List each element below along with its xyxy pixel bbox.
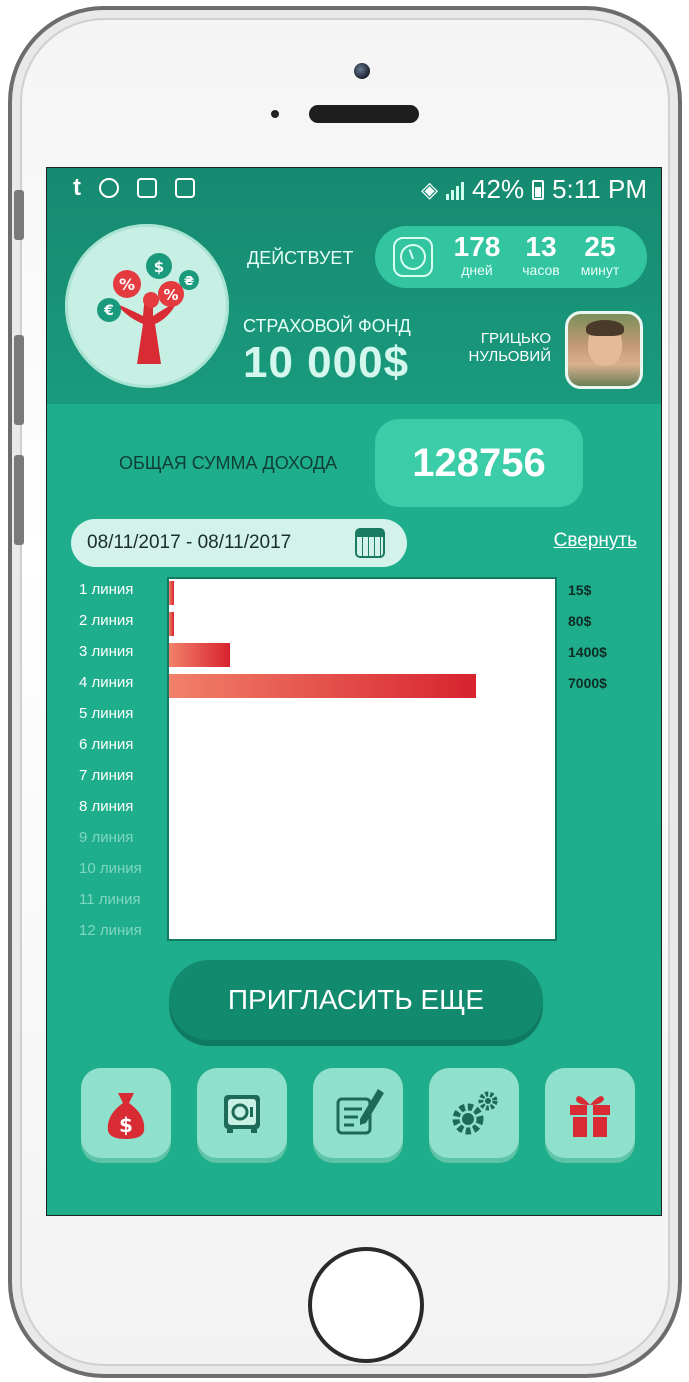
- money-tree-logo: % $ % € ₴: [65, 224, 229, 388]
- svg-text:€: €: [103, 303, 114, 319]
- earpiece-speaker: [309, 105, 419, 123]
- bar-value-label: 15$: [568, 582, 592, 598]
- clock-icon: [393, 237, 433, 277]
- user-name[interactable]: ГРИЦЬКО НУЛЬОВИЙ: [469, 330, 551, 366]
- nav-safe-button[interactable]: [197, 1068, 287, 1158]
- wifi-icon: ◈: [421, 176, 439, 202]
- contract-icon: [336, 1089, 384, 1135]
- timer-days: 178 дней: [453, 231, 501, 279]
- timer-hours: 13 часов: [522, 231, 560, 279]
- nav-contract-button[interactable]: [313, 1068, 403, 1158]
- invite-more-button[interactable]: ПРИГЛАСИТЬ ЕЩЕ: [169, 960, 543, 1040]
- lines-bar-chart: [167, 577, 557, 941]
- calendar-icon[interactable]: [355, 528, 385, 558]
- front-camera: [354, 63, 370, 79]
- battery-percent: 42%: [472, 174, 525, 204]
- image-icon: [137, 178, 157, 198]
- date-range-picker[interactable]: 08/11/2017 - 08/11/2017: [71, 519, 407, 567]
- line-label: 7 линия: [79, 767, 134, 784]
- user-first-name: ГРИЦЬКО: [480, 330, 551, 347]
- bar-value-label: 7000$: [568, 675, 607, 691]
- insurance-fund-value: 10 000$: [243, 338, 410, 387]
- line-label: 3 линия: [79, 643, 134, 660]
- battery-icon: [532, 179, 545, 200]
- volume-up-button: [14, 335, 24, 425]
- bar-value-label: 80$: [568, 613, 592, 629]
- line-label: 10 линия: [79, 860, 142, 877]
- clock-time: 5:11 PM: [552, 174, 647, 204]
- tumblr-icon: t: [73, 174, 81, 201]
- line-label: 5 линия: [79, 705, 134, 722]
- active-label: ДЕЙСТВУЕТ: [247, 248, 354, 268]
- mute-switch: [14, 190, 24, 240]
- safe-icon: [224, 1095, 260, 1133]
- svg-text:$: $: [154, 258, 164, 276]
- collapse-link[interactable]: Свернуть: [554, 530, 637, 552]
- line-label: 6 линия: [79, 736, 134, 753]
- avatar[interactable]: [565, 311, 643, 389]
- volume-down-button: [14, 455, 24, 545]
- gears-icon: [452, 1091, 498, 1135]
- line-label: 9 линия: [79, 829, 134, 846]
- money-bag-icon: $: [107, 1093, 145, 1139]
- date-range-text: 08/11/2017 - 08/11/2017: [87, 532, 292, 553]
- timer-minutes: 25 минут: [580, 231, 620, 279]
- nav-money-button[interactable]: $: [81, 1068, 171, 1158]
- line-label: 11 линия: [79, 891, 141, 908]
- chart-bar: [169, 643, 231, 667]
- app-screen: t ◈ 42% 5:11 PM % $ % € ₴ ДЕЙСТВУЕТ 178 …: [46, 167, 662, 1216]
- chart-bar: [169, 674, 477, 698]
- home-button[interactable]: [308, 1247, 424, 1363]
- status-bar: t ◈ 42% 5:11 PM: [47, 168, 661, 212]
- chart-bar: [169, 612, 174, 636]
- line-label: 8 линия: [79, 798, 134, 815]
- bar-value-label: 1400$: [568, 644, 607, 660]
- nav-gift-button[interactable]: [545, 1068, 635, 1158]
- svg-text:$: $: [119, 1113, 133, 1137]
- bottom-nav: $: [81, 1068, 641, 1158]
- line-label: 4 линия: [79, 674, 134, 691]
- nav-settings-button[interactable]: [429, 1068, 519, 1158]
- subscription-timer: 178 дней 13 часов 25 минут: [375, 226, 647, 288]
- svg-text:₴: ₴: [184, 274, 194, 288]
- sim-icon: [175, 178, 195, 198]
- total-income-value: 128756: [375, 419, 583, 507]
- line-label: 12 линия: [79, 922, 142, 939]
- money-tree-icon: % $ % € ₴: [97, 253, 199, 364]
- total-income-label: ОБЩАЯ СУММА ДОХОДА: [119, 453, 338, 473]
- chart-bar: [169, 581, 174, 605]
- svg-text:%: %: [119, 275, 135, 294]
- gift-icon: [570, 1096, 610, 1137]
- line-label: 2 линия: [79, 612, 134, 629]
- svg-text:%: %: [163, 286, 178, 304]
- sensor-dot: [271, 110, 279, 118]
- line-label: 1 линия: [79, 581, 134, 598]
- insurance-fund-label: СТРАХОВОЙ ФОНД: [243, 316, 411, 336]
- check-circle-icon: [99, 178, 119, 198]
- user-last-name: НУЛЬОВИЙ: [468, 348, 551, 365]
- signal-icon: [446, 180, 465, 200]
